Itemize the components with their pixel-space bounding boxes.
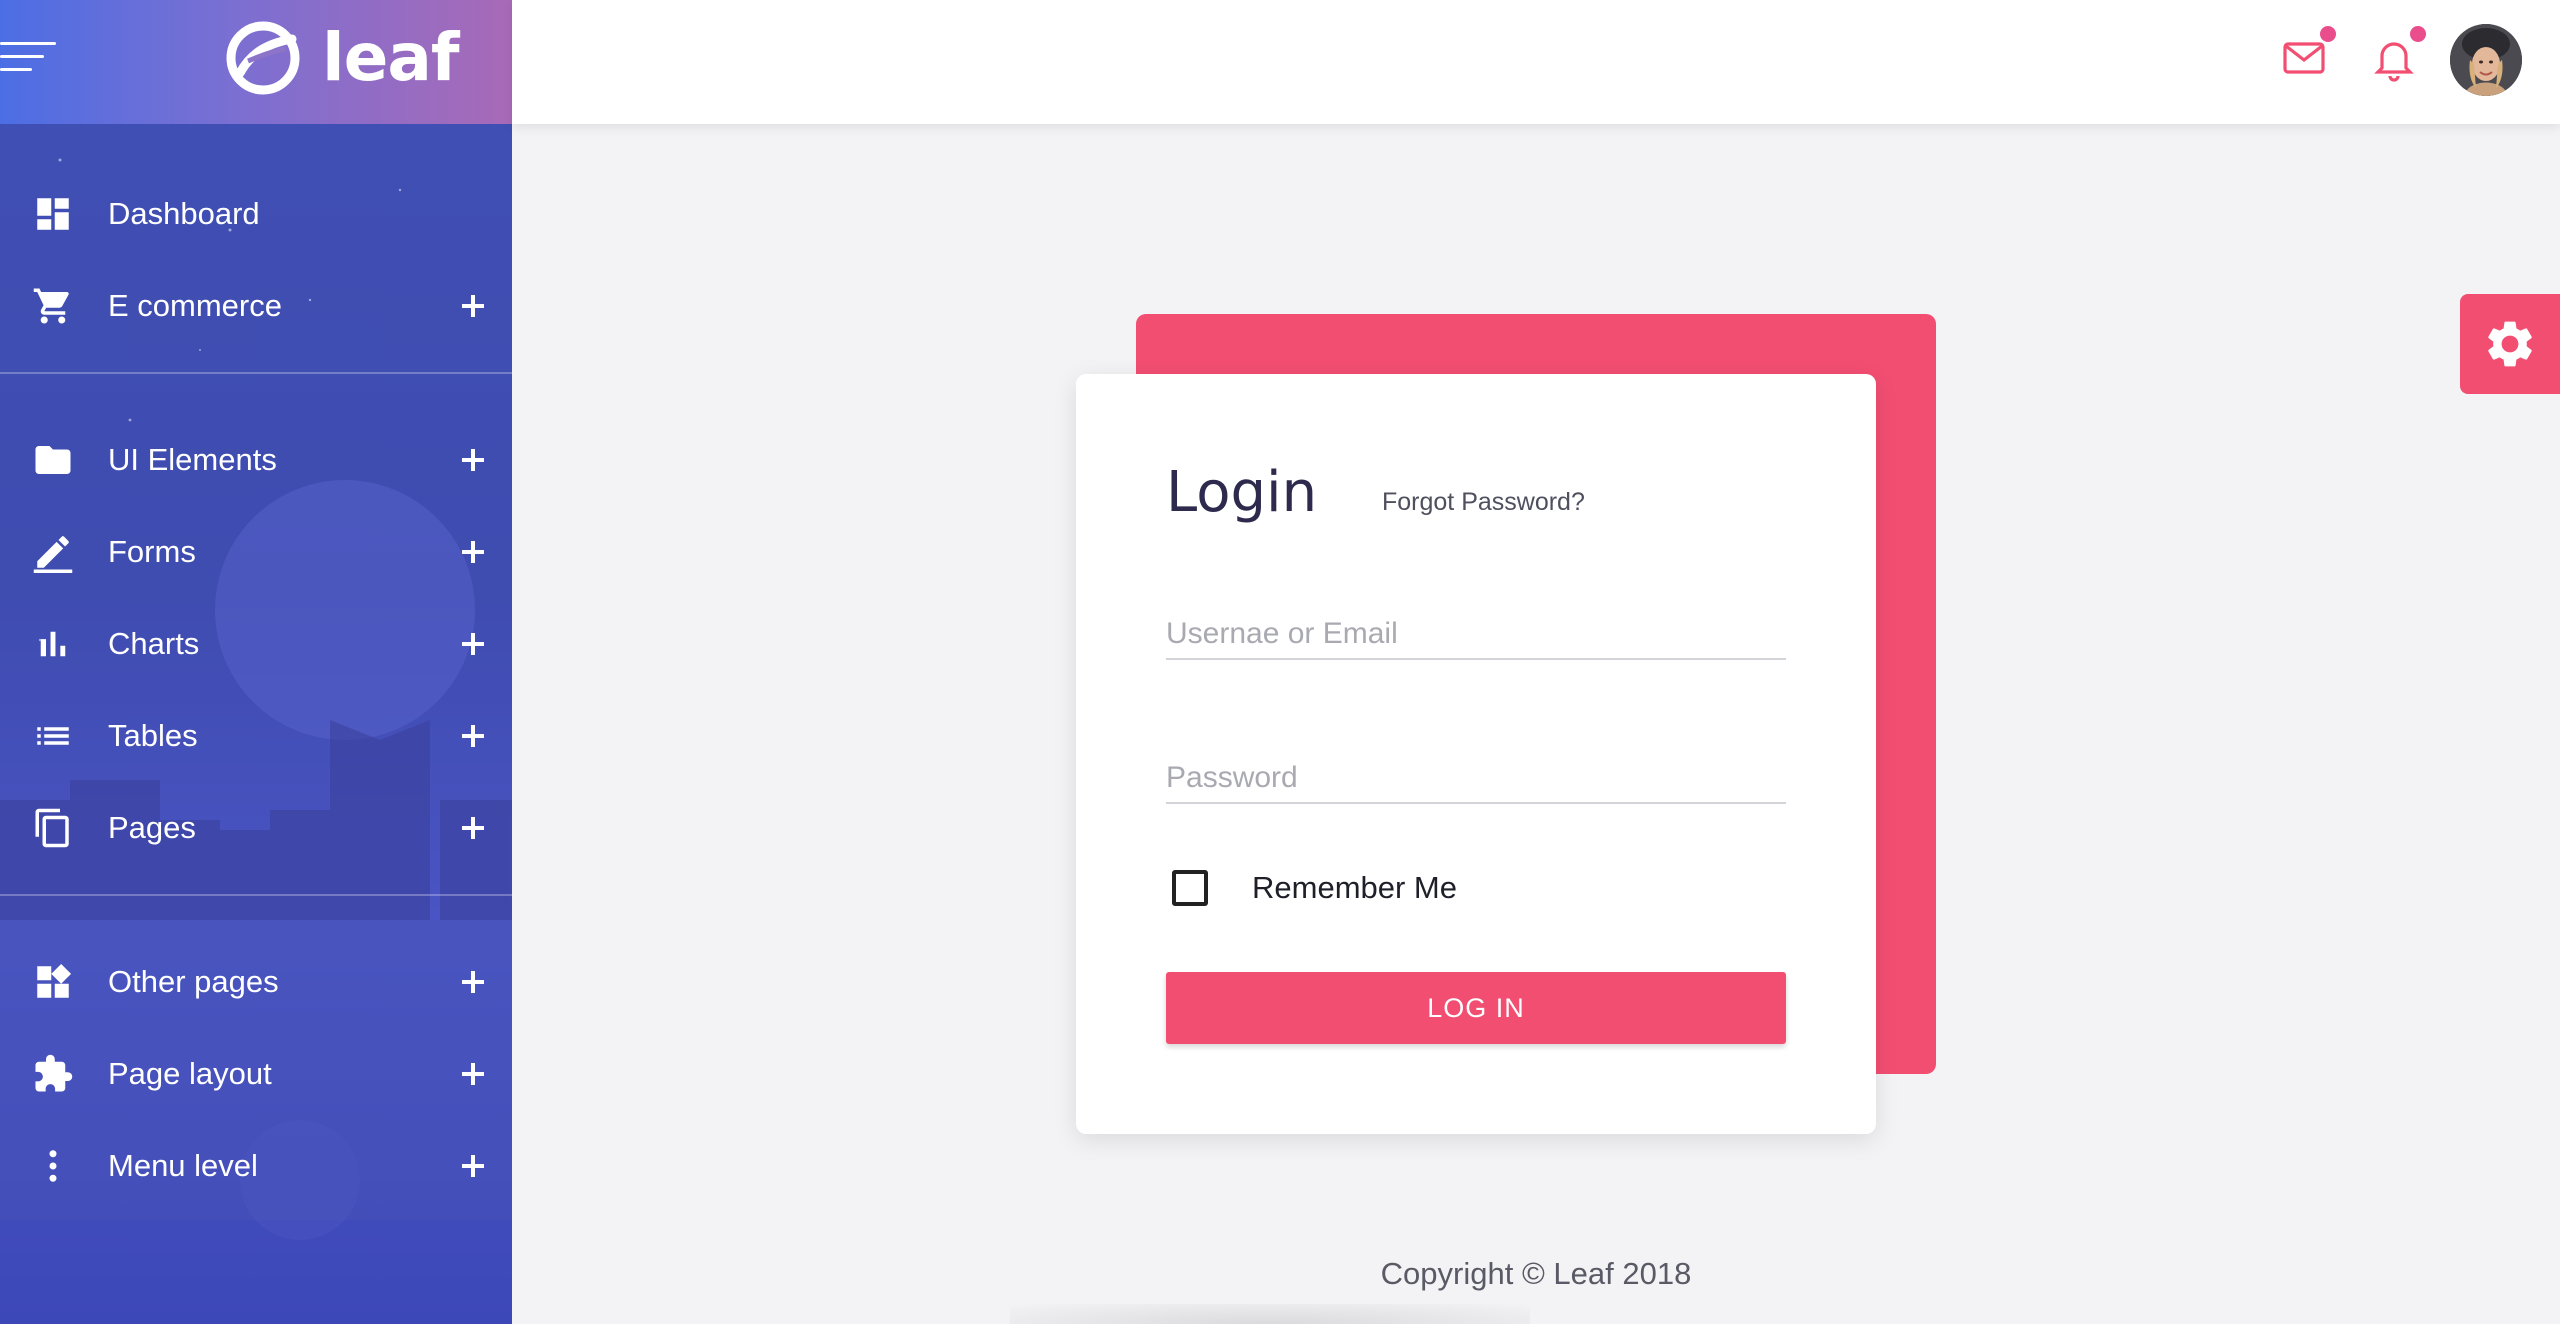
nav-group-main: Dashboard E commerce [0, 124, 512, 372]
expand-plus-icon[interactable] [462, 725, 484, 747]
nav-group-other: Other pages Page layout Menu level [0, 894, 512, 1232]
sidebar-item-other-pages[interactable]: Other pages [0, 936, 512, 1028]
sidebar-item-label: Page layout [108, 1056, 272, 1091]
expand-plus-icon[interactable] [462, 817, 484, 839]
expand-plus-icon[interactable] [462, 633, 484, 655]
sidebar-item-tables[interactable]: Tables [0, 690, 512, 782]
copy-icon [30, 805, 76, 851]
expand-plus-icon[interactable] [462, 1063, 484, 1085]
settings-button[interactable] [2460, 294, 2560, 394]
sidebar-item-forms[interactable]: Forms [0, 506, 512, 598]
notification-dot [2320, 26, 2336, 42]
sidebar-item-label: Dashboard [108, 196, 260, 231]
sidebar-item-label: UI Elements [108, 442, 277, 477]
list-icon [30, 713, 76, 759]
brand-name: leaf [322, 19, 460, 96]
expand-plus-icon[interactable] [462, 449, 484, 471]
hamburger-icon[interactable] [0, 40, 56, 74]
avatar[interactable] [2450, 24, 2522, 96]
password-input[interactable] [1166, 754, 1786, 804]
sidebar-item-charts[interactable]: Charts [0, 598, 512, 690]
expand-plus-icon[interactable] [462, 541, 484, 563]
bell-icon[interactable] [2370, 26, 2426, 84]
sidebar-item-label: Charts [108, 626, 200, 661]
expand-plus-icon[interactable] [462, 971, 484, 993]
sidebar: leaf Dashboard E commerce UI Elements Fo… [0, 0, 512, 1324]
remember-me-label: Remember Me [1252, 870, 1457, 905]
sidebar-item-pages[interactable]: Pages [0, 782, 512, 874]
puzzle-icon [30, 1051, 76, 1097]
footer-copyright: Copyright © Leaf 2018 [1380, 1256, 1692, 1291]
sidebar-item-ui-elements[interactable]: UI Elements [0, 414, 512, 506]
pencil-icon [30, 529, 76, 575]
folder-icon [30, 437, 76, 483]
dashboard-icon [30, 191, 76, 237]
sidebar-item-dashboard[interactable]: Dashboard [0, 168, 512, 260]
mail-icon[interactable] [2280, 26, 2336, 84]
remember-me-checkbox[interactable] [1172, 870, 1208, 906]
sidebar-item-menu-level[interactable]: Menu level [0, 1120, 512, 1212]
sidebar-item-e-commerce[interactable]: E commerce [0, 260, 512, 352]
expand-plus-icon[interactable] [462, 1155, 484, 1177]
gear-icon [2488, 321, 2532, 367]
forgot-password-link[interactable]: Forgot Password? [1382, 488, 1585, 517]
sidebar-item-label: Forms [108, 534, 196, 569]
expand-plus-icon[interactable] [462, 295, 484, 317]
remember-me-toggle[interactable]: Remember Me [1172, 870, 1457, 906]
login-button[interactable]: LOG IN [1166, 972, 1786, 1044]
sidebar-nav: Dashboard E commerce UI Elements Forms C… [0, 124, 512, 1232]
sidebar-item-label: Tables [108, 718, 198, 753]
sidebar-item-label: Other pages [108, 964, 279, 999]
login-title: Login [1166, 460, 1318, 525]
sidebar-item-label: E commerce [108, 288, 282, 323]
login-card: Login Forgot Password? Remember Me LOG I… [1076, 374, 1876, 1134]
widgets-icon [30, 959, 76, 1005]
sidebar-item-page-layout[interactable]: Page layout [0, 1028, 512, 1120]
sidebar-item-label: Menu level [108, 1148, 258, 1183]
notification-dot [2410, 26, 2426, 42]
sidebar-item-label: Pages [108, 810, 196, 845]
footer-shadow [1010, 1304, 1530, 1324]
leaf-logo-icon [226, 21, 300, 95]
cart-icon [30, 283, 76, 329]
more-vertical-icon [30, 1143, 76, 1189]
brand-header: leaf [0, 0, 512, 124]
topbar [512, 0, 2560, 124]
logo[interactable]: leaf [226, 19, 460, 96]
bar-chart-icon [30, 621, 76, 667]
nav-group-components: UI Elements Forms Charts Tables Pages [0, 372, 512, 894]
username-input[interactable] [1166, 610, 1786, 660]
